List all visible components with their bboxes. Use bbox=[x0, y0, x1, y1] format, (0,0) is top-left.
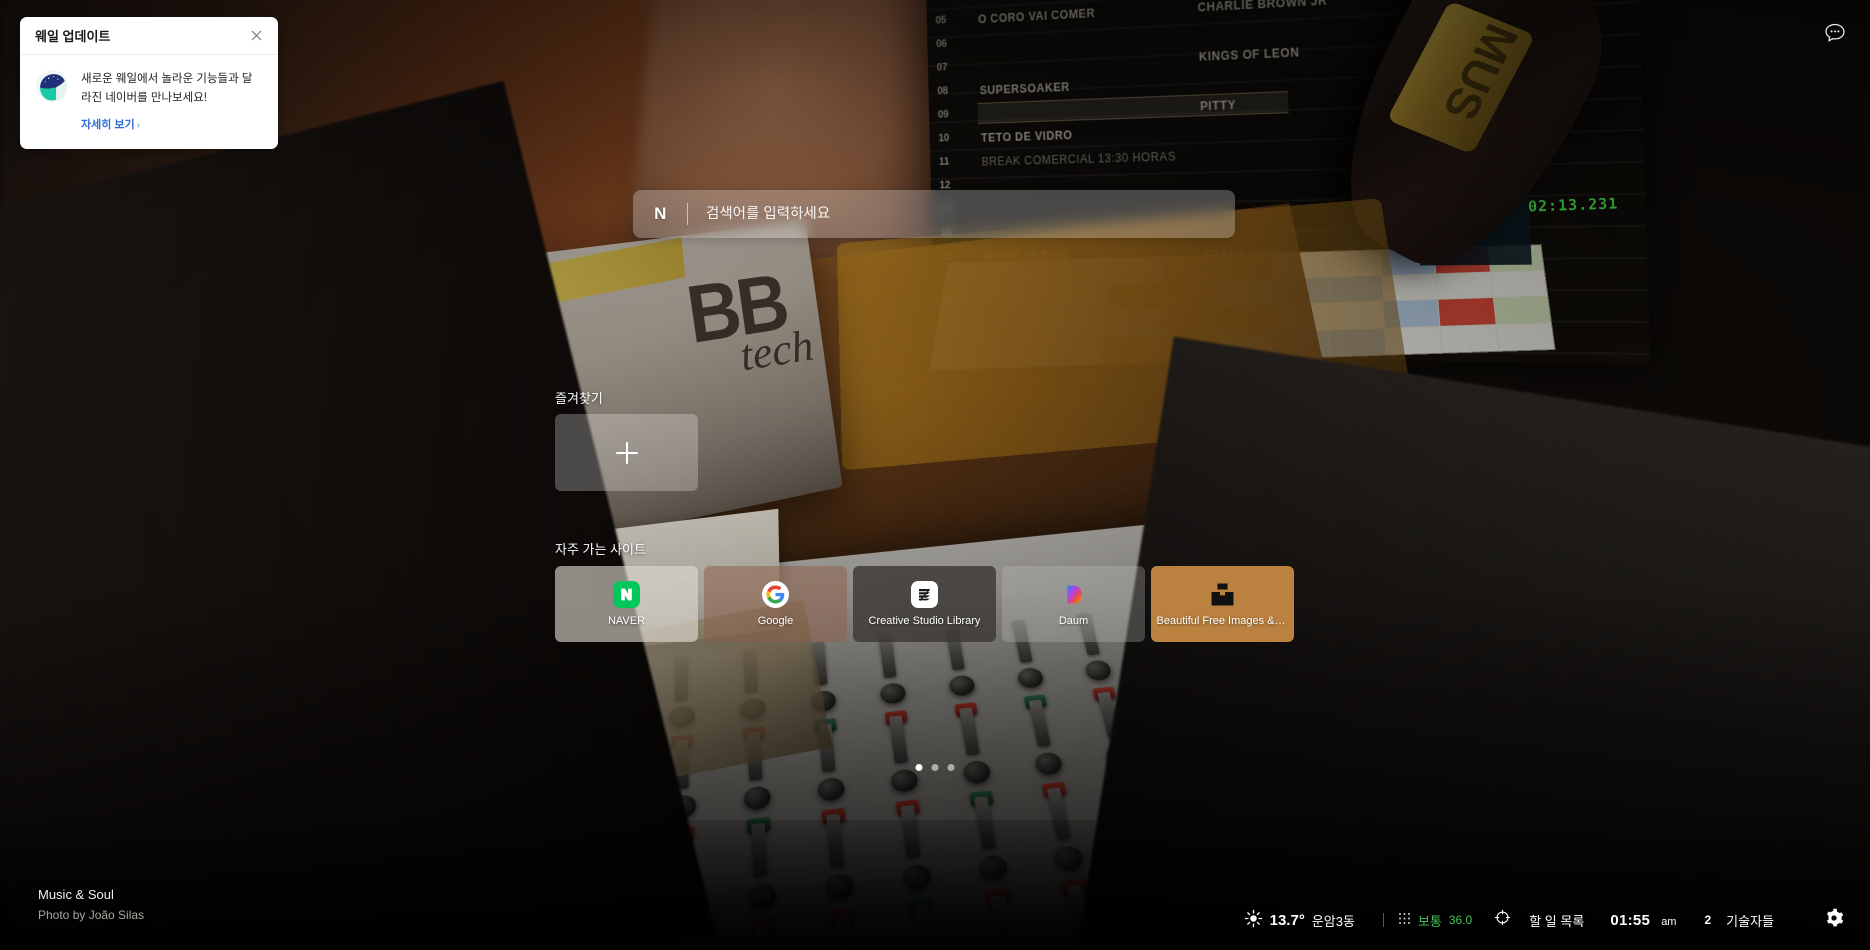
notification-header: 웨일 업데이트 bbox=[20, 17, 278, 55]
count-label: 기술자들 bbox=[1726, 913, 1774, 929]
frequent-sites-label: 자주 가는 사이트 bbox=[555, 542, 646, 557]
chevron-right-icon: › bbox=[136, 119, 140, 131]
add-favorite-button[interactable] bbox=[555, 414, 698, 491]
frequent-sites-list: NAVER Google Creative Studio Library Dau… bbox=[555, 566, 1294, 642]
pagination-dot[interactable] bbox=[947, 764, 955, 771]
shortcut-label: Daum bbox=[1058, 615, 1089, 627]
shortcut-tile-google[interactable]: Google bbox=[704, 566, 847, 642]
search-bar[interactable]: N bbox=[633, 190, 1235, 238]
weather-location: 운암3동 bbox=[1311, 913, 1355, 929]
air-quality-value: 36.0 bbox=[1448, 913, 1473, 927]
plus-icon bbox=[615, 441, 638, 464]
shortcut-tile-unsplash[interactable]: Beautiful Free Images & P… bbox=[1151, 566, 1294, 642]
whale-update-notification[interactable]: 웨일 업데이트 새로운 웨일에서 놀라운 기능들과 달라진 네이버를 만나보세요… bbox=[20, 17, 278, 149]
pagination-dots bbox=[915, 764, 955, 771]
weather-widget[interactable]: 13.7° 운암3동 bbox=[1244, 909, 1355, 931]
sun-icon bbox=[1244, 909, 1263, 931]
notification-text: 새로운 웨일에서 놀라운 기능들과 달라진 네이버를 만나보세요! 자세히 보기… bbox=[81, 69, 263, 133]
clock-ampm: am bbox=[1661, 915, 1677, 928]
pagination-dot[interactable] bbox=[931, 764, 939, 771]
status-divider bbox=[1382, 913, 1384, 927]
count-value: 2 bbox=[1704, 913, 1712, 927]
shortcut-tile-naver[interactable]: NAVER bbox=[555, 566, 698, 642]
todo-label: 할 일 목록 bbox=[1529, 913, 1585, 929]
naver-icon bbox=[613, 581, 640, 608]
whale-logo-icon bbox=[35, 69, 69, 103]
notification-detail-link[interactable]: 자세히 보기 › bbox=[81, 116, 140, 132]
search-input[interactable] bbox=[688, 206, 1235, 222]
notification-body: 새로운 웨일에서 놀라운 기능들과 달라진 네이버를 만나보세요! 자세히 보기… bbox=[20, 55, 278, 149]
notification-title: 웨일 업데이트 bbox=[35, 29, 111, 44]
target-icon[interactable] bbox=[1494, 909, 1511, 931]
notification-message: 새로운 웨일에서 놀라운 기능들과 달라진 네이버를 만나보세요! bbox=[81, 73, 253, 105]
photo-title: Music & Soul bbox=[38, 887, 114, 902]
favorites-section-label: 즐겨찾기 bbox=[555, 391, 603, 406]
speech-bubble-icon[interactable] bbox=[1822, 20, 1848, 46]
clock-widget[interactable]: 01:55 am bbox=[1610, 912, 1676, 929]
photo-credit[interactable]: Music & Soul Photo by João Silas bbox=[38, 887, 144, 922]
shortcut-label: NAVER bbox=[607, 615, 646, 627]
notification-link-label: 자세히 보기 bbox=[81, 118, 135, 131]
close-icon[interactable] bbox=[246, 26, 266, 46]
shortcut-tile-creative-studio[interactable]: Creative Studio Library bbox=[853, 566, 996, 642]
status-bar: 13.7° 운암3동 보통 36.0 할 일 목록 01:55 am 2 기술자… bbox=[1080, 890, 1870, 950]
count-widget[interactable]: 2 기술자들 bbox=[1704, 911, 1774, 930]
shortcut-tile-daum[interactable]: Daum bbox=[1002, 566, 1145, 642]
unsplash-icon bbox=[1209, 581, 1236, 608]
photo-author: Photo by João Silas bbox=[38, 908, 145, 922]
clock-time: 01:55 bbox=[1610, 911, 1651, 929]
shortcut-label: Creative Studio Library bbox=[868, 615, 981, 627]
pagination-dot[interactable] bbox=[915, 764, 923, 771]
air-quality-label: 보통 bbox=[1417, 913, 1442, 929]
temperature-value: 13.7° bbox=[1269, 911, 1305, 929]
google-icon bbox=[762, 581, 789, 608]
todo-list-button[interactable]: 할 일 목록 bbox=[1529, 911, 1584, 930]
naver-n-icon: N bbox=[654, 204, 666, 223]
creative-studio-icon bbox=[911, 581, 938, 608]
daum-icon bbox=[1060, 581, 1087, 608]
shortcut-label: Google bbox=[757, 615, 794, 627]
shortcut-label: Beautiful Free Images & P… bbox=[1156, 615, 1289, 627]
dots-grid-icon bbox=[1398, 912, 1411, 928]
gear-icon[interactable] bbox=[1824, 908, 1844, 933]
air-quality-widget[interactable]: 보통 36.0 bbox=[1398, 911, 1472, 930]
